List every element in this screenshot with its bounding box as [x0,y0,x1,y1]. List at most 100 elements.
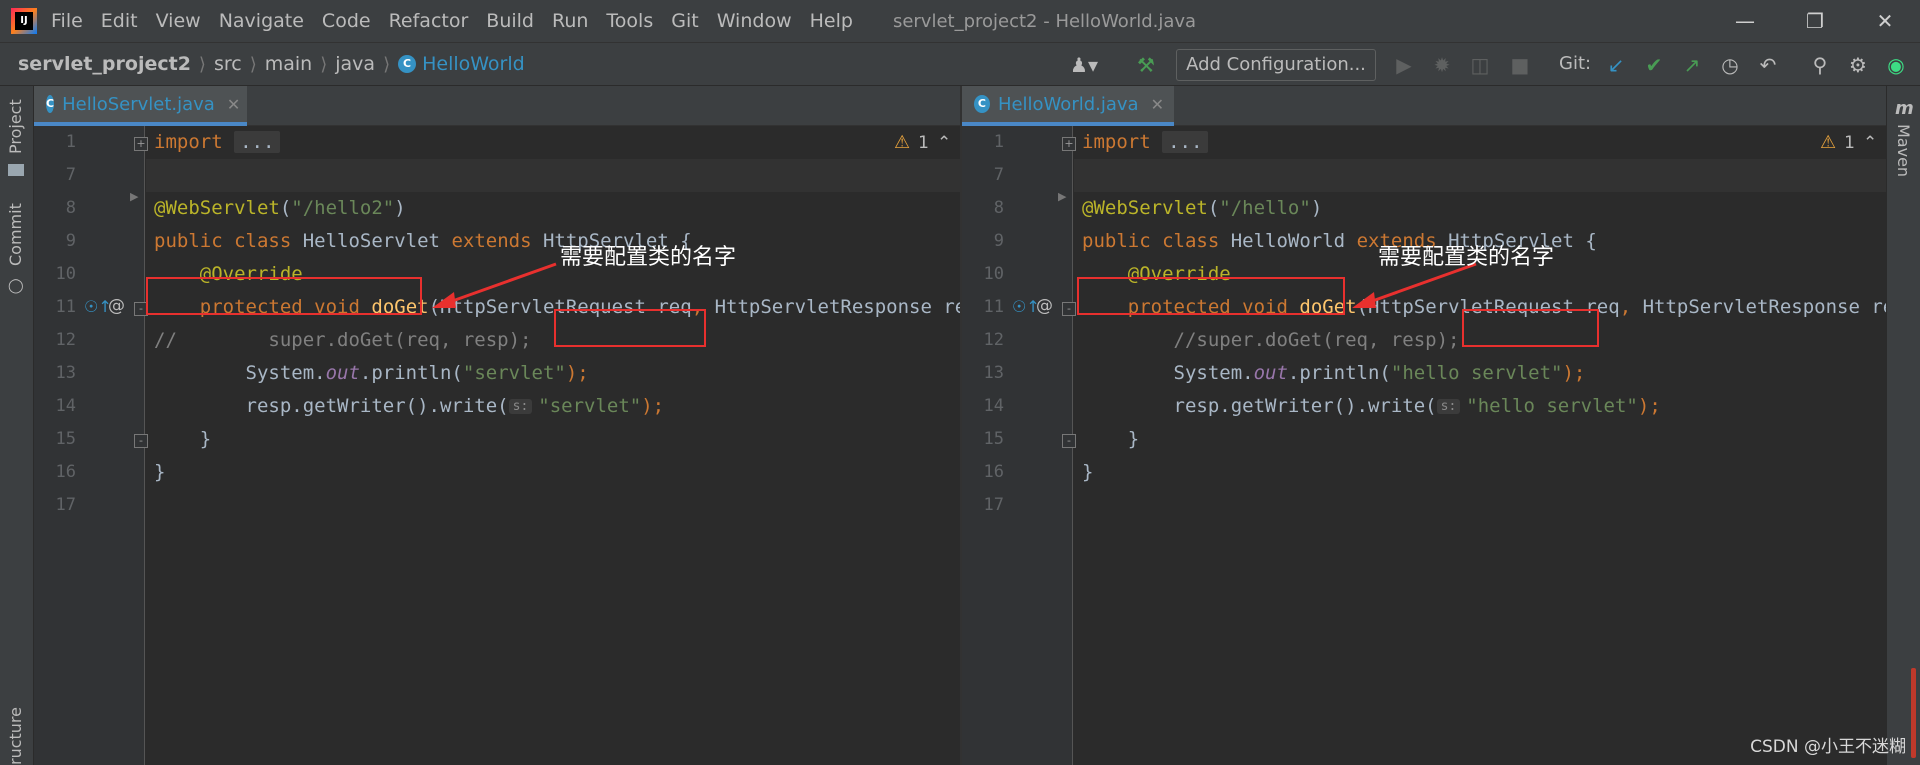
commit-icon: ◯ [8,278,24,294]
line-number: 13 [983,363,1004,383]
line-number: 1 [993,132,1004,152]
collapse-arrow-icon[interactable]: ▶ [1058,190,1066,203]
coverage-icon[interactable]: ◫ [1468,53,1492,77]
folder-icon [8,164,24,176]
parameter-hint: s: [1436,399,1461,414]
editor-right: C HelloWorld.java ✕ 1 7 8 9 10 11 12 13 … [962,86,1886,765]
menu-edit[interactable]: Edit [101,10,138,32]
inspection-widget[interactable]: ⚠ 1 ⌃ ⌄ [1820,132,1886,153]
minimize-icon[interactable]: — [1710,0,1780,42]
add-configuration-button[interactable]: Add Configuration... [1176,49,1376,81]
line-number: 10 [983,264,1004,284]
line-number: 14 [55,396,76,416]
next-highlight-icon[interactable]: ⌄ [1885,133,1886,153]
menu-refactor[interactable]: Refactor [389,10,469,32]
class-icon: C [46,95,55,113]
code-token: ); [641,395,665,417]
breadcrumb-main[interactable]: main [265,53,312,75]
superclass-highlight-box [554,309,706,347]
breadcrumb-separator-icon: ⟩ [320,53,328,75]
git-label: Git: [1559,53,1592,74]
menu-view[interactable]: View [156,10,201,32]
close-tab-icon[interactable]: ✕ [1151,95,1164,114]
stop-icon[interactable]: ■ [1508,53,1532,77]
menu-build[interactable]: Build [486,10,534,32]
collapse-arrow-icon[interactable]: ▶ [130,190,138,203]
class-name-token: HelloServlet [291,230,452,252]
restore-icon[interactable]: ❐ [1780,0,1850,42]
watermark: CSDN @小王不迷糊 [1750,737,1906,757]
commit-tool-button[interactable]: Commit [6,203,25,266]
line-number: 15 [55,429,76,449]
code-line-13: System.out.println("hello servlet"); [1082,362,1586,384]
code-token: resp.getWriter().write( [245,395,509,417]
git-commit-icon[interactable]: ✔ [1642,53,1666,77]
line-number: 13 [55,363,76,383]
string-token: "servlet" [462,362,566,384]
current-line-highlight [1074,159,1886,192]
build-hammer-icon[interactable]: ⚒ [1134,53,1158,77]
user-icon[interactable]: ♟▾ [1070,53,1098,77]
menu-tools[interactable]: Tools [606,10,653,32]
previous-highlight-icon[interactable]: ⌃ [937,133,951,153]
maven-tool-button[interactable]: Maven [1894,124,1913,177]
debug-icon[interactable]: ✹ [1430,53,1454,77]
close-tab-icon[interactable]: ✕ [227,95,240,114]
breadcrumb-project[interactable]: servlet_project2 [18,53,191,75]
comment-line-12: // super.doGet(req, resp); [154,329,532,351]
search-icon[interactable]: ⚲ [1808,53,1832,77]
line-number: 7 [65,165,76,185]
breadcrumb-java[interactable]: java [335,53,375,75]
git-rollback-icon[interactable]: ↶ [1756,53,1780,77]
line-number: 16 [55,462,76,482]
settings-gear-icon[interactable]: ⚙ [1846,53,1870,77]
breadcrumb-separator-icon: ⟩ [198,53,206,75]
menu-file[interactable]: File [51,10,83,32]
keyword-token: import [1082,131,1151,153]
menu-git[interactable]: Git [671,10,698,32]
run-icon[interactable]: ▶ [1392,53,1416,77]
line-number: 12 [55,330,76,350]
folded-imports[interactable]: ... [234,131,281,153]
structure-tool-button[interactable]: ructure [6,707,25,765]
project-tool-button[interactable]: Project [6,99,25,154]
tab-label: HelloServlet.java [62,93,215,115]
string-token: "/hello" [1219,197,1311,219]
menu-code[interactable]: Code [322,10,371,32]
breadcrumb-src[interactable]: src [214,53,242,75]
keyword-token: public class [154,230,292,252]
git-update-icon[interactable]: ↙ [1604,53,1628,77]
breadcrumb-helloworld[interactable]: HelloWorld [422,53,525,75]
code-line-14: resp.getWriter().write(s: "hello servlet"… [1082,395,1661,417]
annotation-token: @WebServlet [1082,197,1208,219]
annotation-gutter-icon[interactable]: @ [108,296,125,316]
menu-navigate[interactable]: Navigate [219,10,304,32]
menu-window[interactable]: Window [717,10,792,32]
breadcrumb-separator-icon: ⟩ [249,53,257,75]
line-number: 8 [993,198,1004,218]
line-gutter: 1 7 8 9 10 11 12 13 14 15 16 17 ☉↑ @ + -… [962,126,1076,765]
code-area[interactable]: import ... @WebServlet("/hello") public … [1074,126,1886,765]
error-stripe-indicator[interactable] [1911,668,1916,758]
inspection-widget[interactable]: ⚠ 1 ⌃ ⌄ [894,132,960,153]
close-window-icon[interactable]: ✕ [1850,0,1920,42]
brace-token: { [1573,230,1597,252]
annotation-gutter-icon[interactable]: @ [1036,296,1053,316]
plugin-icon[interactable]: ◉ [1884,53,1908,77]
git-history-icon[interactable]: ◷ [1718,53,1742,77]
line-number: 16 [983,462,1004,482]
code-area[interactable]: import ... @WebServlet("/hello2") public… [146,126,960,765]
string-token: "servlet" [538,395,642,417]
tab-helloworld[interactable]: C HelloWorld.java ✕ [962,86,1174,126]
folded-imports[interactable]: ... [1162,131,1209,153]
menu-run[interactable]: Run [552,10,588,32]
callout-text: 需要配置类的名字 [1378,245,1555,270]
previous-highlight-icon[interactable]: ⌃ [1863,133,1877,153]
intellij-logo-icon: IJ [11,8,37,34]
brace-token: } [154,461,166,483]
git-push-icon[interactable]: ↗ [1680,53,1704,77]
menu-help[interactable]: Help [810,10,853,32]
callout-text: 需要配置类的名字 [560,245,737,270]
line-number: 11 [983,297,1004,317]
tab-helloservlet[interactable]: C HelloServlet.java ✕ [34,86,247,126]
